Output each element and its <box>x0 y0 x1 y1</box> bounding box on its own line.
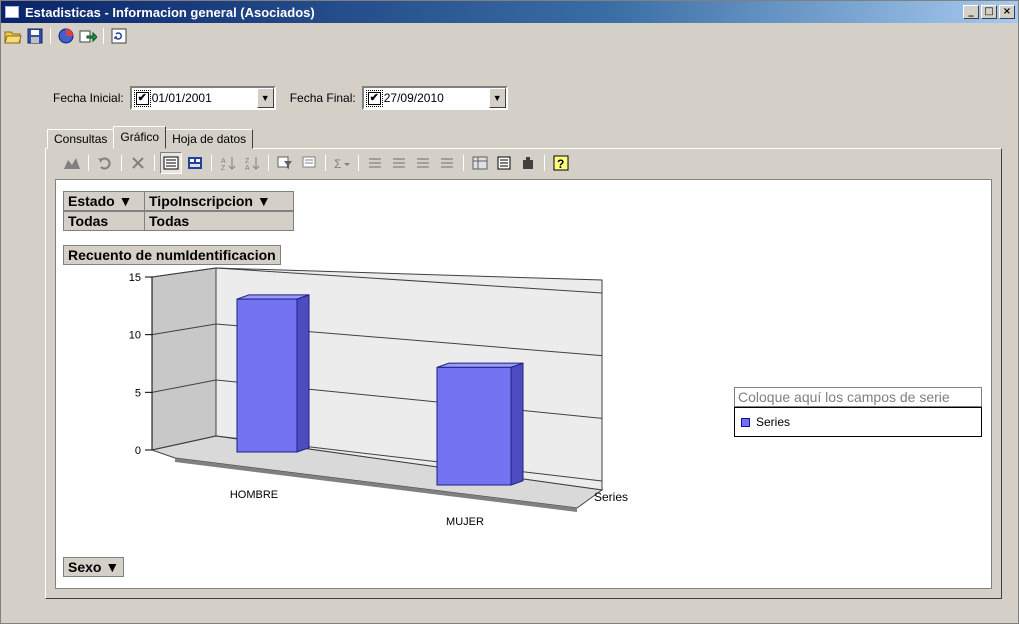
toolbar-separator <box>211 155 212 171</box>
bar-top <box>436 362 524 368</box>
chart-pie-icon[interactable] <box>56 26 76 46</box>
filter-field-estado[interactable]: Estado ▼ <box>63 191 145 211</box>
z-axis-label: Series <box>594 490 628 504</box>
x-category-label: MUJER <box>446 516 484 528</box>
show-top-icon[interactable] <box>298 152 320 174</box>
open-folder-icon[interactable] <box>3 26 23 46</box>
svg-text:?: ? <box>557 157 564 171</box>
start-date-label: Fecha Inicial: <box>53 91 124 105</box>
toolbar-separator <box>463 155 464 171</box>
legend-icon[interactable] <box>493 152 515 174</box>
bar-side <box>510 362 524 486</box>
toolbar-separator <box>325 155 326 171</box>
category-field-sexo[interactable]: Sexo ▼ <box>63 557 125 577</box>
autofilter-icon[interactable] <box>274 152 296 174</box>
bar-side <box>296 294 310 453</box>
close-button[interactable]: × <box>999 5 1015 19</box>
field-list-icon[interactable] <box>160 152 182 174</box>
minimize-button[interactable]: _ <box>963 5 979 19</box>
y-tick-label: 0 <box>135 445 141 457</box>
tab-consultas[interactable]: Consultas <box>47 129 115 149</box>
sort-ascending-icon[interactable]: AZ <box>217 152 239 174</box>
maximize-button[interactable]: □ <box>981 5 997 19</box>
series-drop-zone[interactable]: Coloque aquí los campos de serie <box>734 387 982 407</box>
tab-strip: Consultas Gráfico Hoja de datos <box>47 126 254 149</box>
window-icon <box>5 6 19 18</box>
window-title: Estadisticas - Informacion general (Asoc… <box>25 4 315 20</box>
filter-value-tipoinscripcion[interactable]: Todas <box>144 211 294 231</box>
undo-icon[interactable] <box>94 152 116 174</box>
left-wall <box>151 267 217 451</box>
toolbar-separator <box>103 28 104 44</box>
y-tick-label: 15 <box>129 272 141 284</box>
svg-text:A: A <box>221 158 226 165</box>
start-date-checkbox[interactable]: ✔ <box>133 89 151 107</box>
properties-icon[interactable] <box>184 152 206 174</box>
tab-grafico[interactable]: Gráfico <box>113 126 167 149</box>
export-icon[interactable] <box>78 26 98 46</box>
autocalc-icon[interactable]: Σ <box>331 152 353 174</box>
end-date-value[interactable]: 27/09/2010 <box>384 91 444 105</box>
bar-chart: 0 5 10 15 HOMBRE MUJER Series <box>129 267 628 528</box>
svg-text:Z: Z <box>221 165 226 171</box>
y-tick-label: 5 <box>135 387 141 399</box>
sort-descending-icon[interactable]: ZA <box>241 152 263 174</box>
bar <box>436 366 512 486</box>
show-as-icon[interactable] <box>412 152 434 174</box>
toolbar-separator <box>544 155 545 171</box>
tab-hoja-de-datos[interactable]: Hoja de datos <box>165 129 254 149</box>
date-filter-row: Fecha Inicial: ✔ 01/01/2001 ▼ Fecha Fina… <box>53 85 508 111</box>
subtotal-icon[interactable] <box>364 152 386 174</box>
chart-legend[interactable]: Series <box>734 407 982 437</box>
help-icon[interactable]: ? <box>550 152 572 174</box>
collapse-icon[interactable] <box>436 152 458 174</box>
start-date-value[interactable]: 01/01/2001 <box>152 91 212 105</box>
end-date-picker[interactable]: ✔ 27/09/2010 ▼ <box>361 86 508 110</box>
toolbar-separator <box>358 155 359 171</box>
end-date-checkbox[interactable]: ✔ <box>365 89 383 107</box>
main-window: Estadisticas - Informacion general (Asoc… <box>0 0 1019 624</box>
pivot-toolbar: AZ ZA Σ ? <box>61 151 572 175</box>
chevron-down-icon[interactable]: ▼ <box>256 88 274 108</box>
toolbar-separator <box>154 155 155 171</box>
legend-swatch <box>741 417 750 427</box>
chart-type-icon[interactable] <box>61 152 83 174</box>
filter-field-tipoinscripcion[interactable]: TipoInscripcion ▼ <box>144 191 294 211</box>
data-field-button[interactable]: Recuento de numIdentificacion <box>63 245 281 265</box>
end-date-label: Fecha Final: <box>289 91 356 105</box>
title-bar[interactable]: Estadisticas - Informacion general (Asoc… <box>1 1 1018 23</box>
legend-series-label: Series <box>756 415 791 429</box>
chevron-down-icon[interactable]: ▼ <box>488 88 506 108</box>
multiple-plots-icon[interactable] <box>469 152 491 174</box>
toolbar-separator <box>121 155 122 171</box>
save-icon[interactable] <box>25 26 45 46</box>
toolbar-separator <box>50 28 51 44</box>
refresh-icon[interactable] <box>109 26 129 46</box>
start-date-picker[interactable]: ✔ 01/01/2001 ▼ <box>129 86 276 110</box>
bar <box>236 298 298 453</box>
toolbar-separator <box>88 155 89 171</box>
calculated-field-icon[interactable] <box>388 152 410 174</box>
svg-text:Z: Z <box>245 158 250 165</box>
delete-icon[interactable] <box>127 152 149 174</box>
y-tick-label: 10 <box>129 330 141 342</box>
svg-text:A: A <box>245 165 250 171</box>
drop-zones-icon[interactable] <box>517 152 539 174</box>
x-category-label: HOMBRE <box>230 489 278 501</box>
svg-text:Σ: Σ <box>334 157 341 170</box>
toolbar-separator <box>268 155 269 171</box>
filter-value-estado[interactable]: Todas <box>63 211 145 231</box>
main-toolbar <box>3 25 129 47</box>
